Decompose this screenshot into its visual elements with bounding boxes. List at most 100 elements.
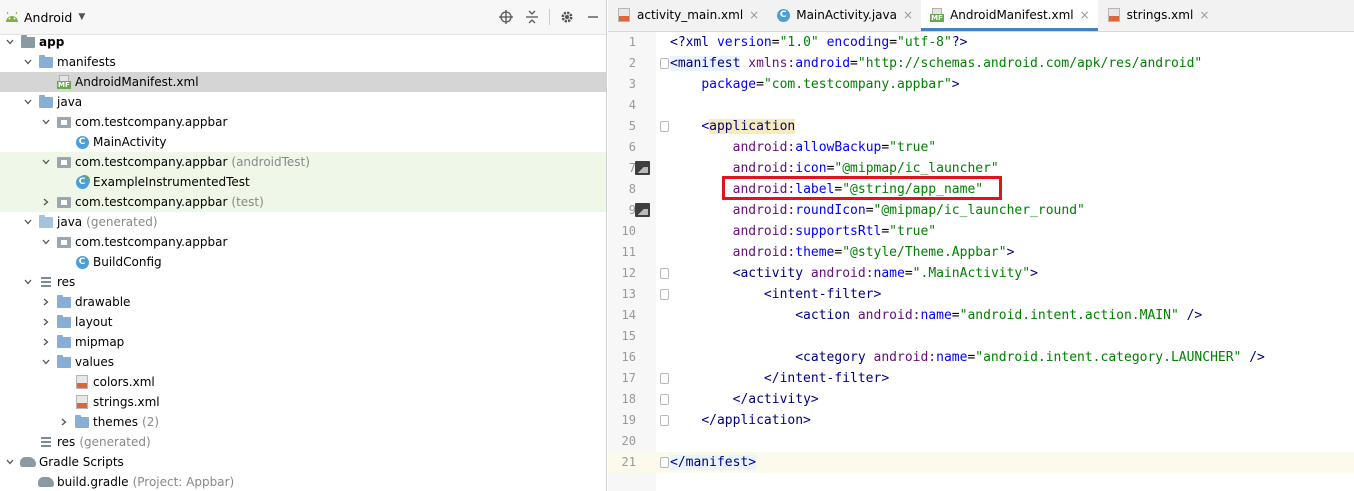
tree-item[interactable]: C ExampleInstrumentedTest [0,172,606,192]
line-number: 3 [628,77,636,91]
tree-item[interactable]: res [0,272,606,292]
code-line[interactable]: 17 </intent-filter> [608,368,1354,389]
tree-item[interactable]: mipmap [0,332,606,352]
tree-item[interactable]: manifests [0,52,606,72]
editor-tab-label: AndroidManifest.xml [950,8,1074,22]
code-line[interactable]: 10 android:supportsRtl="true" [608,221,1354,242]
tree-item[interactable]: com.testcompany.appbar (test) [0,192,606,212]
chevron-down-icon[interactable] [4,36,16,48]
code-line[interactable]: 3 package="com.testcompany.appbar"> [608,74,1354,95]
code-text: </intent-filter> [670,368,889,389]
editor-tab[interactable]: C MainActivity.java × [767,0,921,31]
code-token: theme [795,245,835,260]
tree-item[interactable]: C MainActivity [0,132,606,152]
tree-item[interactable]: com.testcompany.appbar [0,112,606,132]
tree-item-hint: (2) [142,415,160,429]
tree-item[interactable]: java (generated) [0,212,606,232]
code-line[interactable]: 9 android:roundIcon="@mipmap/ic_launcher… [608,200,1354,221]
tree-item[interactable]: drawable [0,292,606,312]
code-line[interactable]: 6 android:allowBackup="true" [608,137,1354,158]
fold-marker-icon[interactable] [660,394,669,405]
tree-item[interactable]: com.testcompany.appbar (androidTest) [0,152,606,172]
chevron-down-icon[interactable] [22,96,34,108]
project-view-selector[interactable]: Android [24,10,72,25]
minimize-icon[interactable] [580,4,606,30]
package-icon [56,114,72,130]
code-line[interactable]: 18 </activity> [608,389,1354,410]
code-line[interactable]: 1 <?xml version="1.0" encoding="utf-8"?> [608,32,1354,53]
code-line[interactable]: 13 <intent-filter> [608,284,1354,305]
chevron-down-icon[interactable] [40,356,52,368]
close-icon[interactable]: × [1080,8,1090,22]
code-line[interactable]: 5 <application [608,116,1354,137]
chevron-down-icon[interactable]: ▼ [78,12,85,22]
code-line[interactable]: 20 [608,431,1354,452]
tree-item[interactable]: layout [0,312,606,332]
tree-item[interactable]: app [0,32,606,52]
fold-marker-icon[interactable] [660,121,669,132]
tree-item[interactable]: res (generated) [0,432,606,452]
fold-marker-icon[interactable] [660,268,669,279]
gear-icon[interactable] [554,4,580,30]
fold-marker-icon[interactable] [660,415,669,426]
chevron-down-icon[interactable] [22,276,34,288]
chevron-right-icon[interactable] [58,416,70,428]
tree-item[interactable]: com.testcompany.appbar [0,232,606,252]
chevron-down-icon[interactable] [4,456,16,468]
image-preview-icon[interactable] [635,203,650,217]
fold-marker-icon[interactable] [660,58,669,69]
gradle-icon [20,454,36,470]
code-line[interactable]: 15 [608,326,1354,347]
code-editor[interactable]: 1 <?xml version="1.0" encoding="utf-8"?> 2… [608,32,1354,491]
code-line[interactable]: 4 [608,95,1354,116]
tree-item-label: Gradle Scripts [39,455,124,469]
close-icon[interactable]: × [749,8,759,22]
chevron-right-icon[interactable] [40,196,52,208]
editor-tab[interactable]: MF AndroidManifest.xml × [921,0,1098,31]
code-line[interactable]: 21 </manifest> [608,452,1354,473]
tree-item[interactable]: Gradle Scripts [0,452,606,472]
fold-marker-icon[interactable] [660,457,669,468]
chevron-down-icon[interactable] [40,236,52,248]
tree-item-label: BuildConfig [93,255,162,269]
chevron-down-icon[interactable] [40,156,52,168]
line-number: 19 [621,413,636,427]
code-line[interactable]: 14 <action android:name="android.intent.… [608,305,1354,326]
chevron-down-icon[interactable] [40,116,52,128]
tree-item[interactable]: C BuildConfig [0,252,606,272]
code-line[interactable]: 12 <activity android:name=".MainActivity… [608,263,1354,284]
fold-marker-icon[interactable] [660,289,669,300]
collapse-all-icon[interactable] [519,4,545,30]
code-token: <action [795,308,858,323]
code-line[interactable]: 19 </application> [608,410,1354,431]
tree-item[interactable]: themes (2) [0,412,606,432]
tree-item[interactable]: MF AndroidManifest.xml [0,72,606,92]
fold-marker-icon[interactable] [660,373,669,384]
image-preview-icon[interactable] [635,161,650,175]
tree-item[interactable]: values [0,352,606,372]
class-icon: C [74,254,90,270]
tree-item[interactable]: build.gradle (Project: Appbar) [0,472,606,491]
close-icon[interactable]: × [1199,8,1209,22]
chevron-right-icon[interactable] [40,316,52,328]
chevron-down-icon[interactable] [22,216,34,228]
chevron-right-icon[interactable] [40,296,52,308]
editor-tab[interactable]: strings.xml × [1098,0,1218,31]
xml-file-icon [74,374,90,390]
close-icon[interactable]: × [903,8,913,22]
tree-item[interactable]: colors.xml [0,372,606,392]
locate-target-icon[interactable] [493,4,519,30]
editor-tab[interactable]: activity_main.xml × [608,0,767,31]
tree-item-hint: (test) [231,195,264,209]
tree-item-text: themes [93,415,139,429]
code-line[interactable]: 16 <category android:name="android.inten… [608,347,1354,368]
tree-item[interactable]: strings.xml [0,392,606,412]
chevron-down-icon[interactable] [22,56,34,68]
chevron-right-icon[interactable] [40,336,52,348]
tree-item[interactable]: java [0,92,606,112]
code-line[interactable]: 11 android:theme="@style/Theme.Appbar"> [608,242,1354,263]
code-line[interactable]: 2 <manifest xmlns:android="http://schemas… [608,53,1354,74]
